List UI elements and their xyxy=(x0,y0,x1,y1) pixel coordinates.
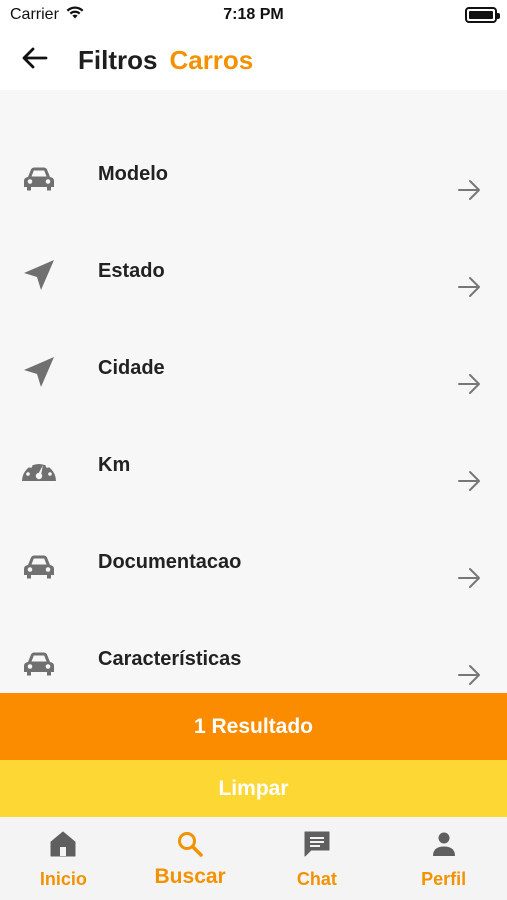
navigation-icon xyxy=(20,258,58,292)
car-icon xyxy=(20,162,58,196)
nav-label: Buscar xyxy=(154,865,226,888)
search-icon xyxy=(175,829,205,859)
navigation-icon xyxy=(20,355,58,389)
status-left: Carrier xyxy=(10,5,85,25)
filter-item-caracteristicas[interactable]: Características xyxy=(0,620,507,693)
bottom-nav: Inicio Buscar Chat Perfil xyxy=(0,817,507,900)
nav-label: Inicio xyxy=(39,869,87,889)
filter-label: Km xyxy=(98,454,131,476)
arrow-right-icon xyxy=(455,176,483,204)
filter-item-cidade[interactable]: Cidade xyxy=(0,329,507,426)
page-title: Filtros xyxy=(78,44,158,75)
home-icon xyxy=(48,829,78,859)
filter-label: Características xyxy=(98,648,242,670)
app-header: Filtros Carros xyxy=(0,30,507,90)
arrow-right-icon xyxy=(455,564,483,592)
nav-label: Chat xyxy=(296,869,337,889)
filter-label: Modelo xyxy=(98,163,168,185)
nav-item-buscar[interactable]: Buscar xyxy=(127,817,254,900)
clear-button[interactable]: Limpar xyxy=(0,760,507,817)
nav-label: Perfil xyxy=(421,869,467,889)
filter-item-km[interactable]: Km xyxy=(0,426,507,523)
car-icon xyxy=(20,550,58,584)
nav-item-perfil[interactable]: Perfil xyxy=(380,817,507,900)
filter-item-modelo[interactable]: Modelo xyxy=(0,135,507,232)
arrow-right-icon xyxy=(455,370,483,398)
battery-fill xyxy=(469,11,493,19)
filter-list: Modelo Estado Cidade Km Documentacao Car… xyxy=(0,90,507,693)
person-icon xyxy=(429,829,459,859)
car-icon xyxy=(20,647,58,681)
filter-item-estado[interactable]: Estado xyxy=(0,232,507,329)
arrow-right-icon xyxy=(455,467,483,495)
filter-label: Documentacao xyxy=(98,551,242,573)
carrier-label: Carrier xyxy=(10,6,59,23)
nav-item-chat[interactable]: Chat xyxy=(254,817,381,900)
back-button[interactable] xyxy=(10,35,60,85)
nav-item-inicio[interactable]: Inicio xyxy=(0,817,127,900)
filter-label: Cidade xyxy=(98,357,165,379)
chat-icon xyxy=(302,829,332,859)
arrow-left-icon xyxy=(22,47,48,74)
wifi-icon xyxy=(65,5,85,25)
status-bar: Carrier 7:18 PM xyxy=(0,0,507,30)
arrow-right-icon xyxy=(455,661,483,689)
arrow-right-icon xyxy=(455,273,483,301)
battery-icon xyxy=(465,7,500,23)
results-button[interactable]: 1 Resultado xyxy=(0,693,507,760)
filter-label: Estado xyxy=(98,260,165,282)
speedometer-icon xyxy=(20,452,58,486)
filter-item-documentacao[interactable]: Documentacao xyxy=(0,523,507,620)
page-subtitle: Carros xyxy=(169,44,254,75)
